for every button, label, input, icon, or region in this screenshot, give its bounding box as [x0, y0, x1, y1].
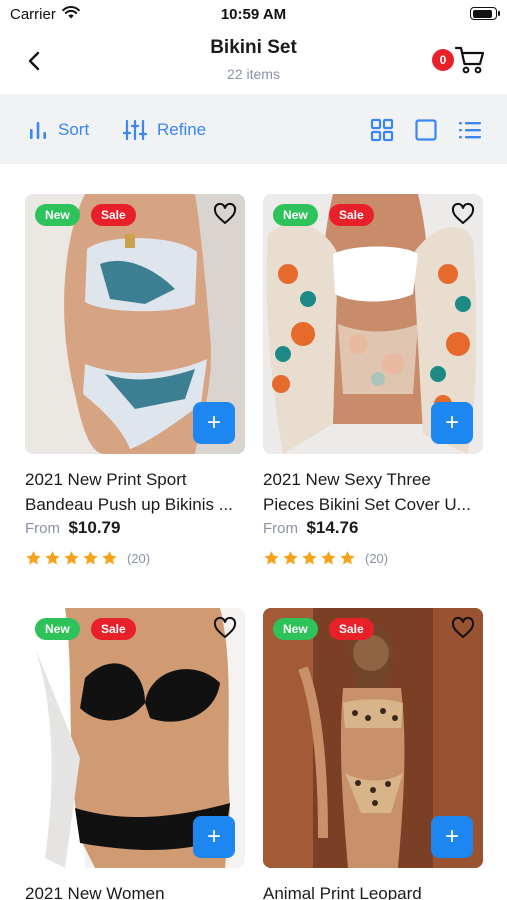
- new-badge: New: [273, 618, 318, 640]
- product-name: 2021 New Print Sport Bandeau Push up Bik…: [25, 467, 247, 517]
- price: From $14.76: [263, 518, 358, 538]
- star-icon: [321, 551, 336, 565]
- review-count: (20): [127, 551, 151, 566]
- price-value: $14.76: [306, 518, 359, 537]
- product-image[interactable]: New Sale +: [263, 194, 483, 454]
- list-view-icon[interactable]: [458, 118, 482, 142]
- star-icon: [45, 551, 60, 565]
- star-icon: [302, 551, 317, 565]
- product-name-line: Pieces Bikini Set Cover U...: [263, 495, 471, 514]
- heart-icon[interactable]: [451, 202, 475, 226]
- star-icon: [83, 551, 98, 565]
- sort-label: Sort: [58, 120, 90, 139]
- rating: (20): [25, 550, 150, 567]
- product-name-line: 2021 New Print Sport: [25, 470, 187, 489]
- product-name-line: 2021 New Sexy Three: [263, 470, 431, 489]
- heart-icon[interactable]: [213, 616, 237, 640]
- refine-label: Refine: [157, 120, 207, 139]
- product-image[interactable]: New Sale +: [25, 608, 245, 868]
- star-icon: [26, 551, 41, 565]
- rating: (20): [263, 550, 388, 567]
- product-name-line: Animal Print Leopard: [263, 884, 422, 900]
- new-badge: New: [35, 204, 80, 226]
- product-name-line: 2021 New Women: [25, 884, 165, 900]
- add-to-cart-button[interactable]: +: [193, 402, 235, 444]
- grid-view-icon[interactable]: [370, 118, 394, 142]
- cart-count-badge: 0: [432, 49, 454, 71]
- single-view-icon[interactable]: [414, 118, 438, 142]
- sale-badge: Sale: [91, 618, 136, 640]
- star-icon: [264, 551, 279, 565]
- star-icon: [283, 551, 298, 565]
- add-to-cart-button[interactable]: +: [431, 816, 473, 858]
- new-badge: New: [273, 204, 318, 226]
- product-image[interactable]: New Sale +: [25, 194, 245, 454]
- add-to-cart-button[interactable]: +: [431, 402, 473, 444]
- cart-button[interactable]: 0: [432, 44, 488, 78]
- product-name: 2021 New Women: [25, 881, 247, 900]
- sliders-icon: [123, 119, 147, 141]
- product-image[interactable]: New Sale +: [263, 608, 483, 868]
- sale-badge: Sale: [91, 204, 136, 226]
- product-name: Animal Print Leopard: [263, 881, 485, 900]
- price-value: $10.79: [68, 518, 121, 537]
- battery-icon: [470, 7, 500, 20]
- heart-icon[interactable]: [451, 616, 475, 640]
- star-rating: [25, 550, 120, 567]
- star-rating: [263, 550, 358, 567]
- price: From $10.79: [25, 518, 120, 538]
- sort-icon: [30, 122, 46, 139]
- price-prefix: From: [25, 520, 60, 537]
- nav-header: Bikini Set 22 items 0: [0, 28, 507, 94]
- new-badge: New: [35, 618, 80, 640]
- page-title: Bikini Set: [210, 37, 297, 58]
- sort-button[interactable]: Sort: [28, 118, 89, 142]
- price-prefix: From: [263, 520, 298, 537]
- review-count: (20): [365, 551, 389, 566]
- add-to-cart-button[interactable]: +: [193, 816, 235, 858]
- star-icon: [64, 551, 79, 565]
- item-count: 22 items: [227, 66, 280, 82]
- sale-badge: Sale: [329, 204, 374, 226]
- refine-button[interactable]: Refine: [123, 118, 206, 142]
- star-icon: [102, 551, 117, 565]
- cart-icon: [454, 46, 485, 74]
- filter-toolbar: Sort Refine: [0, 94, 507, 164]
- heart-icon[interactable]: [213, 202, 237, 226]
- star-icon: [340, 551, 355, 565]
- status-bar: Carrier 10:59 AM: [0, 0, 507, 28]
- clock: 10:59 AM: [220, 6, 287, 23]
- product-name-line: Bandeau Push up Bikinis ...: [25, 495, 233, 514]
- sale-badge: Sale: [329, 618, 374, 640]
- product-name: 2021 New Sexy Three Pieces Bikini Set Co…: [263, 467, 485, 517]
